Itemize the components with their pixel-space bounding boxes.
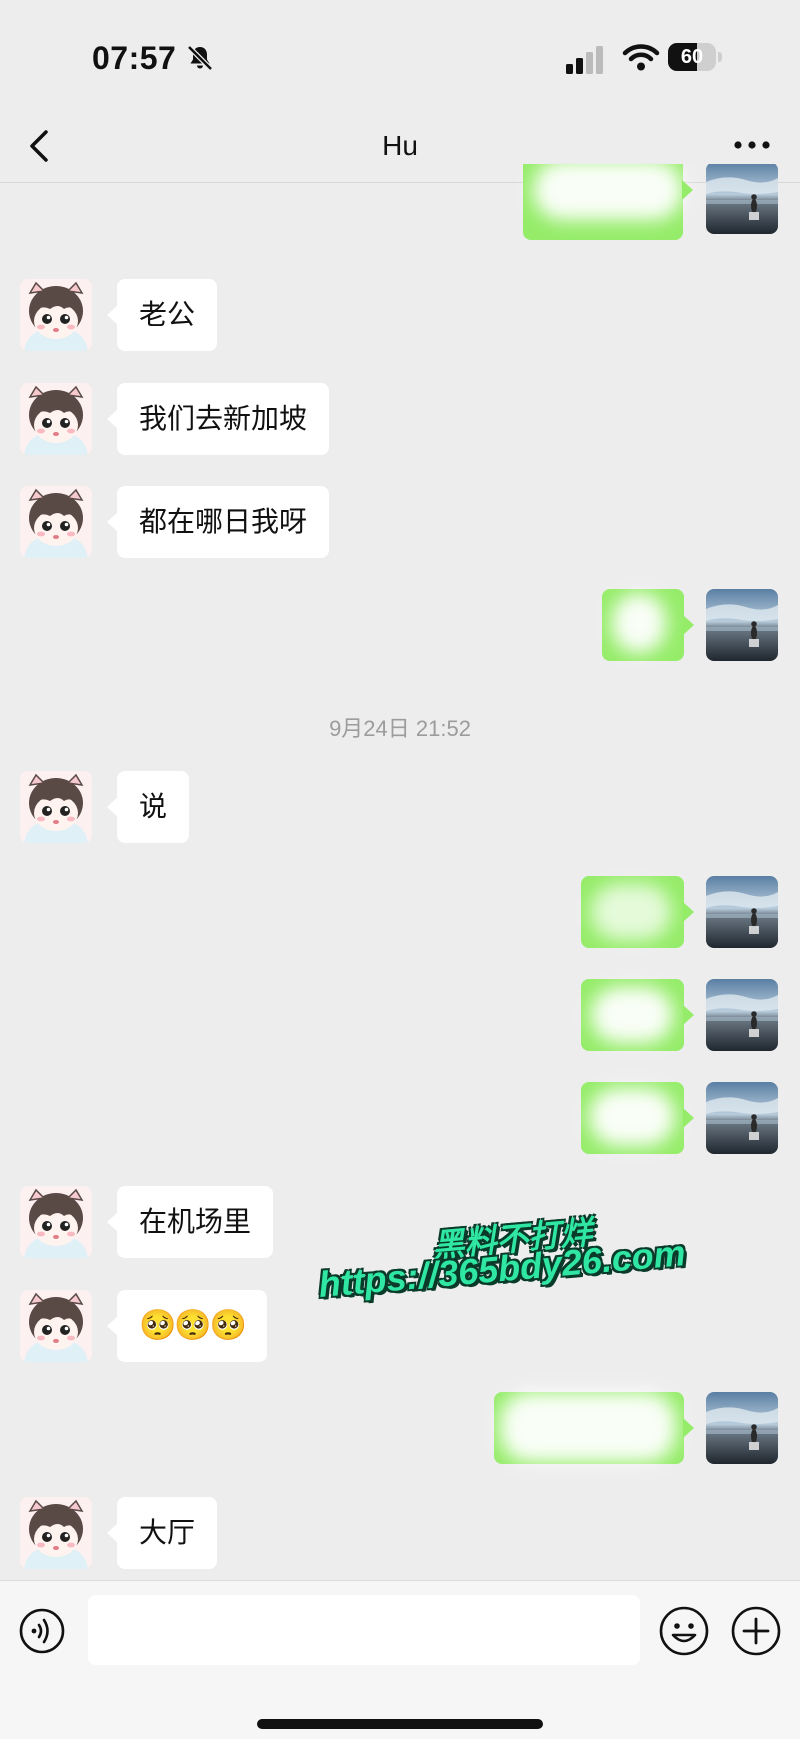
message-bubble-outgoing[interactable] <box>581 979 694 1051</box>
message-bubble-incoming[interactable]: 在机场里 <box>106 1186 274 1258</box>
message-row-incoming: 我们去新加坡 <box>0 383 800 455</box>
message-input[interactable] <box>88 1595 640 1665</box>
chat-title: Hu <box>382 130 418 161</box>
wifi-icon <box>622 44 660 71</box>
bell-muted-icon <box>187 45 213 71</box>
message-row-outgoing <box>0 876 800 948</box>
message-row-incoming: 🥺🥺🥺 <box>0 1290 800 1362</box>
plus-icon[interactable] <box>730 1605 782 1657</box>
message-row-incoming: 大厅 <box>0 1497 800 1569</box>
message-bubble-outgoing[interactable] <box>523 164 693 240</box>
contact-avatar[interactable] <box>20 1186 92 1258</box>
message-bubble-outgoing[interactable] <box>602 589 694 661</box>
message-bubble-incoming[interactable]: 大厅 <box>106 1497 218 1569</box>
message-bubble-incoming[interactable]: 说 <box>106 771 190 843</box>
message-row-outgoing <box>0 979 800 1051</box>
battery-percentage: 60 <box>680 46 704 68</box>
contact-avatar[interactable] <box>20 486 92 558</box>
contact-avatar[interactable] <box>20 383 92 455</box>
contact-avatar[interactable] <box>20 1497 92 1569</box>
voice-icon[interactable] <box>18 1607 66 1655</box>
message-row-outgoing <box>0 1082 800 1154</box>
contact-avatar[interactable] <box>20 1290 92 1362</box>
timestamp-divider: 9月24日 21:52 <box>329 716 471 741</box>
battery-indicator: 60 <box>668 43 722 71</box>
contact-avatar[interactable] <box>20 771 92 843</box>
message-row-incoming: 都在哪日我呀 <box>0 486 800 558</box>
message-row-outgoing <box>0 1392 800 1464</box>
message-bubble-outgoing[interactable] <box>494 1392 694 1464</box>
contact-avatar[interactable] <box>20 279 92 351</box>
message-row-outgoing <box>0 164 800 248</box>
cellular-signal-icon <box>566 46 603 74</box>
my-avatar[interactable] <box>706 1392 778 1464</box>
my-avatar[interactable] <box>706 979 778 1051</box>
message-bubble-outgoing[interactable] <box>581 876 694 948</box>
message-row-outgoing <box>0 589 800 661</box>
message-input-bar <box>0 1580 800 1739</box>
message-bubble-incoming[interactable]: 🥺🥺🥺 <box>106 1290 268 1362</box>
status-bar: 07:57 60 <box>0 0 800 110</box>
status-time: 07:57 <box>92 40 177 76</box>
emoji-icon[interactable] <box>658 1605 710 1657</box>
home-indicator <box>257 1719 543 1729</box>
ellipsis-icon[interactable] <box>730 130 774 160</box>
my-avatar[interactable] <box>706 164 778 234</box>
message-bubble-incoming[interactable]: 都在哪日我呀 <box>106 486 330 558</box>
my-avatar[interactable] <box>706 876 778 948</box>
message-bubble-incoming[interactable]: 老公 <box>106 279 218 351</box>
message-row-incoming: 说 <box>0 771 800 843</box>
my-avatar[interactable] <box>706 1082 778 1154</box>
my-avatar[interactable] <box>706 589 778 661</box>
message-row-incoming: 老公 <box>0 279 800 351</box>
message-bubble-outgoing[interactable] <box>581 1082 694 1154</box>
message-bubble-incoming[interactable]: 我们去新加坡 <box>106 383 330 455</box>
